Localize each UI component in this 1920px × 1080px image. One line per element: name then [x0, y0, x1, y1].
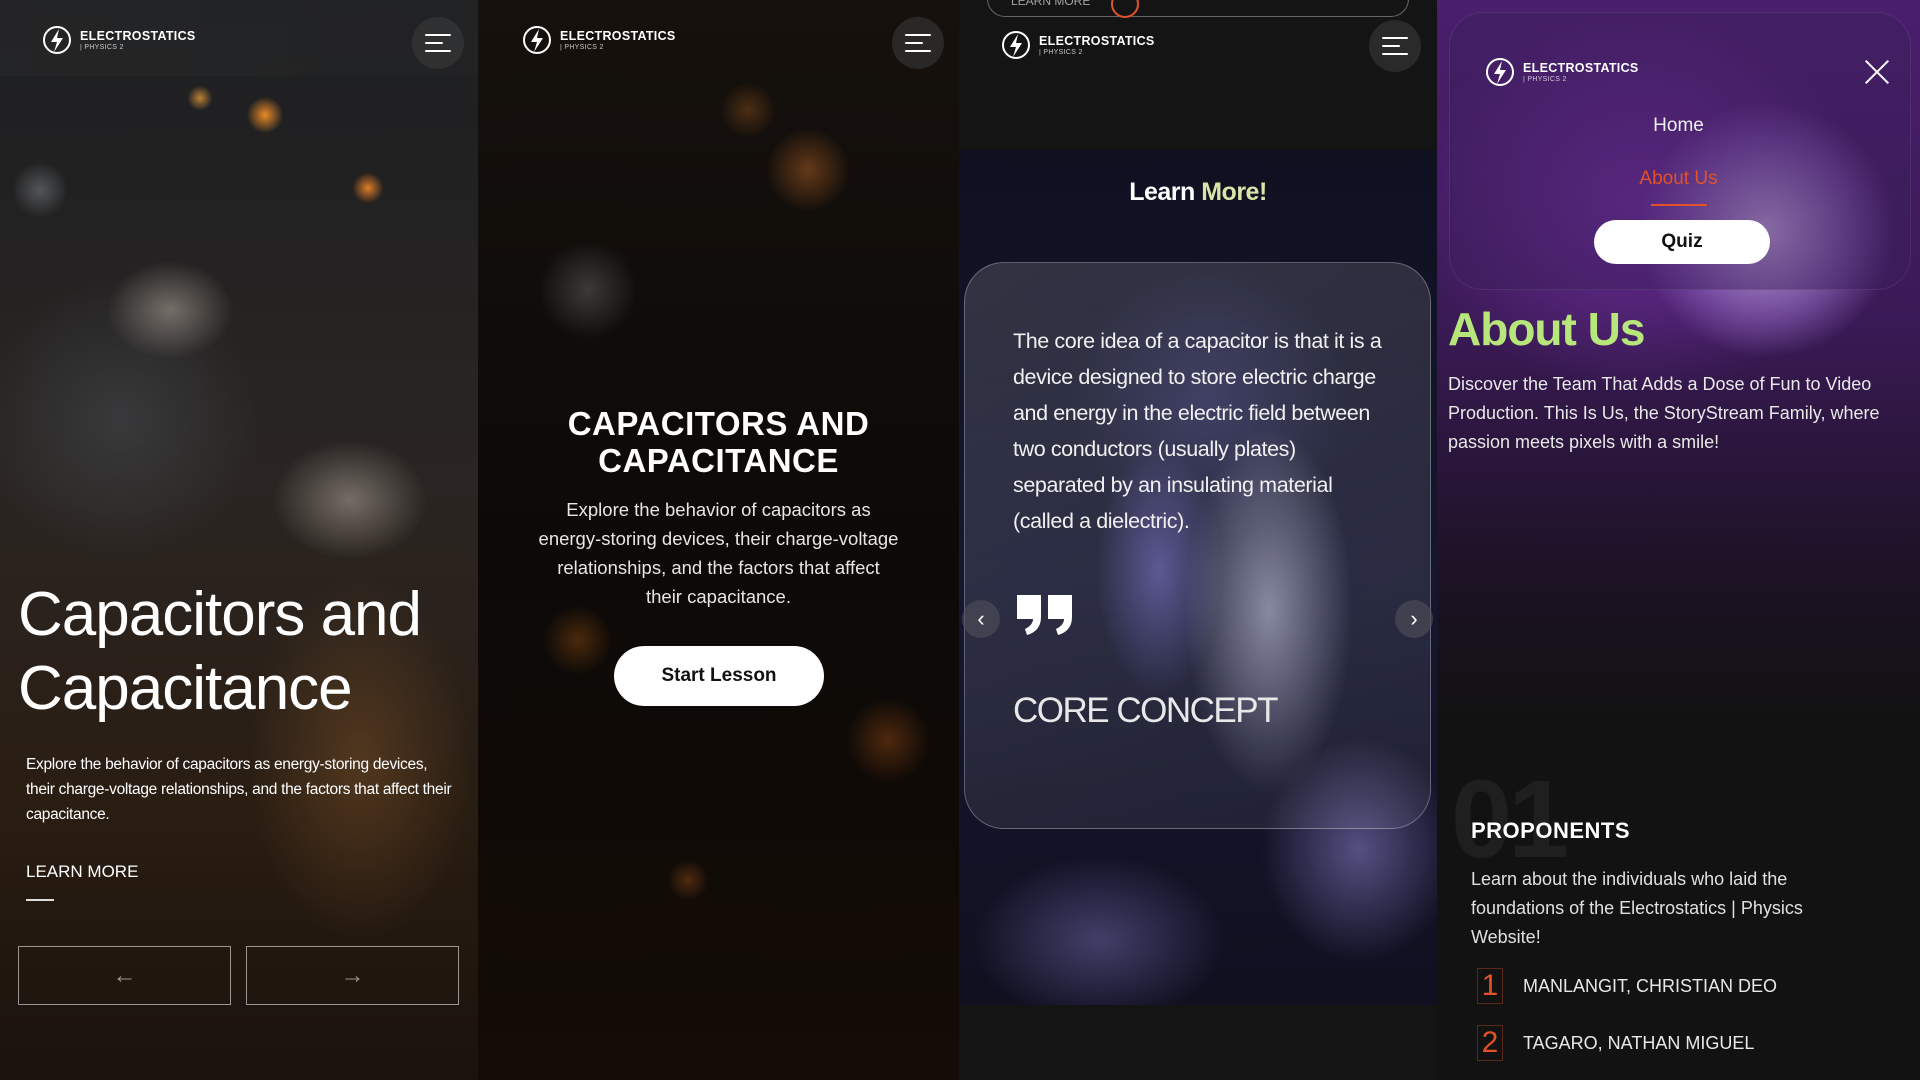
member-number: 1	[1477, 968, 1503, 1004]
hamburger-menu-icon[interactable]	[1369, 20, 1421, 72]
next-card-button[interactable]: ›	[1395, 600, 1433, 638]
active-nav-underline	[1651, 204, 1707, 206]
brand-title: ELECTROSTATICS	[1523, 60, 1639, 75]
lightning-logo-icon	[1002, 31, 1030, 59]
member-name: MANLANGIT, CHRISTIAN DEO	[1523, 975, 1778, 996]
list-item: 1 MANLANGIT, CHRISTIAN DEO	[1477, 968, 1777, 1004]
learn-more-underline	[26, 899, 54, 901]
lightning-logo-icon	[523, 26, 551, 54]
quote-icon	[1017, 595, 1072, 635]
lightning-logo-icon	[43, 26, 71, 54]
hero-description: Explore the behavior of capacitors as en…	[26, 756, 452, 823]
arrow-right-icon: →	[340, 961, 365, 989]
brand-logo[interactable]: ELECTROSTATICS | PHYSICS 2	[1485, 57, 1639, 87]
brand-subtitle: | PHYSICS 2	[80, 43, 124, 51]
arrow-left-icon: ←	[112, 961, 137, 989]
prev-slide-button[interactable]: ←	[18, 946, 231, 1005]
learn-more-heading-text: Learn	[1129, 178, 1202, 206]
member-name: TAGARO, NATHAN MIGUEL	[1523, 1032, 1755, 1053]
brand-title: ELECTROSTATICS	[1039, 33, 1155, 48]
proponents-heading: PROPONENTS	[1471, 818, 1631, 843]
learn-more-heading: Learn More!	[959, 178, 1437, 207]
mobile-hero-view: ELECTROSTATICS | PHYSICS 2 Capacitors an…	[0, 0, 478, 1080]
concept-card-label: CORE CONCEPT	[1013, 691, 1278, 730]
concept-card: The core idea of a capacitor is that it …	[964, 262, 1431, 829]
concept-card-text: The core idea of a capacitor is that it …	[1013, 329, 1382, 533]
about-heading: About Us	[1448, 303, 1645, 355]
brand-subtitle: | PHYSICS 2	[1039, 48, 1083, 56]
prev-card-button[interactable]: ‹	[962, 600, 1000, 638]
brand-logo[interactable]: ELECTROSTATICS | PHYSICS 2	[42, 25, 196, 55]
intro-heading: CAPACITORS AND CAPACITANCE	[567, 405, 870, 479]
learn-more-link[interactable]: LEARN MORE	[26, 862, 138, 882]
chevron-right-icon: ›	[1410, 606, 1418, 631]
hamburger-menu-icon[interactable]	[892, 17, 944, 69]
mobile-about-view: ELECTROSTATICS | PHYSICS 2 Home About Us…	[1437, 0, 1920, 1080]
intro-description: Explore the behavior of capacitors as en…	[538, 499, 899, 607]
mobile-learn-more-view: LEARN MORE ELECTROSTATICS | PHYSICS 2 Le…	[959, 0, 1437, 1080]
peek-learn-more-text: LEARN MORE	[1011, 0, 1091, 8]
chevron-left-icon: ‹	[977, 606, 985, 631]
nav-item-about-us[interactable]: About Us	[1437, 168, 1920, 190]
mobile-intro-view: ELECTROSTATICS | PHYSICS 2 CAPACITORS AN…	[478, 0, 959, 1080]
close-icon[interactable]	[1863, 58, 1891, 86]
brand-logo[interactable]: ELECTROSTATICS | PHYSICS 2	[1001, 30, 1155, 60]
brand-title: ELECTROSTATICS	[560, 28, 676, 43]
start-lesson-button[interactable]: Start Lesson	[614, 646, 824, 706]
lightning-logo-icon	[1486, 58, 1514, 86]
hamburger-menu-icon[interactable]	[412, 17, 464, 69]
hero-heading: Capacitors and Capacitance	[18, 580, 422, 723]
brand-subtitle: | PHYSICS 2	[1523, 75, 1567, 83]
nav-item-home[interactable]: Home	[1437, 115, 1920, 137]
about-description: Discover the Team That Adds a Dose of Fu…	[1448, 374, 1880, 452]
next-slide-button[interactable]: →	[246, 946, 459, 1005]
learn-more-heading-accent: More!	[1201, 178, 1267, 206]
brand-logo[interactable]: ELECTROSTATICS | PHYSICS 2	[522, 25, 676, 55]
member-number: 2	[1477, 1025, 1503, 1061]
brand-subtitle: | PHYSICS 2	[560, 43, 604, 51]
brand-title: ELECTROSTATICS	[80, 28, 196, 43]
list-item: 2 TAGARO, NATHAN MIGUEL	[1477, 1025, 1754, 1061]
quiz-button[interactable]: Quiz	[1594, 220, 1770, 264]
proponents-description: Learn about the individuals who laid the…	[1471, 869, 1803, 947]
